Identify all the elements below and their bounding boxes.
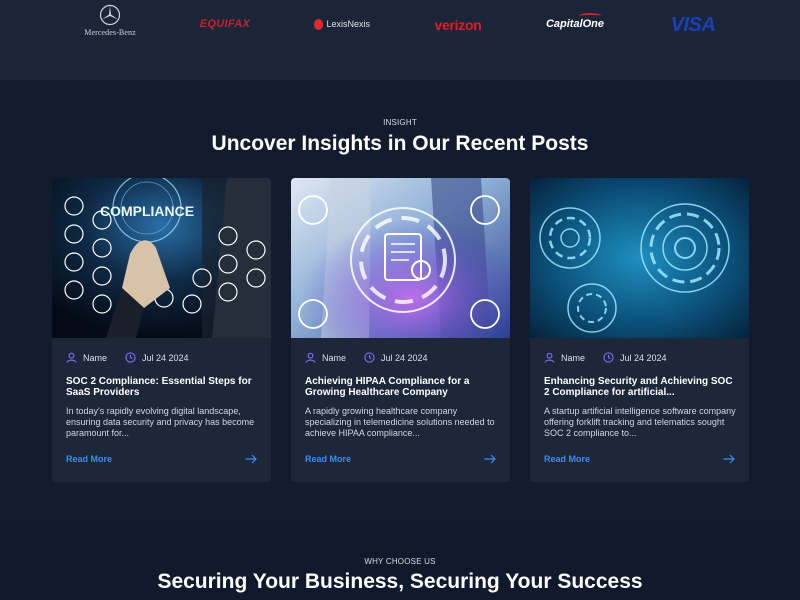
why-eyebrow: WHY CHOOSE US [364,557,436,566]
logo-mercedes-benz-text: Mercedes-Benz [84,27,136,37]
arrow-right-icon[interactable] [245,454,257,464]
arrow-right-icon[interactable] [723,454,735,464]
logo-lexisnexis-text: LexisNexis [326,19,370,29]
post-excerpt: A rapidly growing healthcare company spe… [305,406,495,438]
post-image-ai-security [530,178,749,338]
mercedes-star-icon [99,4,121,25]
post-date-text: Jul 24 2024 [620,352,667,363]
why-heading: Securing Your Business, Securing Your Su… [157,570,643,593]
post-image-hipaa [291,178,510,338]
arrow-right-icon[interactable] [484,454,496,464]
logo-visa: VISA [665,12,721,38]
post-card[interactable]: Name Jul 24 2024 Achieving HIPAA Complia… [291,178,510,482]
read-more-link[interactable]: Read More [305,454,351,464]
user-icon [66,352,77,363]
post-meta: Name Jul 24 2024 [544,352,685,363]
post-author: Name [66,352,107,363]
logo-lexisnexis: LexisNexis [314,14,370,34]
post-date: Jul 24 2024 [125,352,189,363]
logo-capital-one-text: CapitalOne [545,18,605,30]
post-card[interactable]: COMPLIANCE Name Jul 24 2024 SOC 2 Compli… [52,178,271,482]
post-excerpt: A startup artificial intelligence softwa… [544,406,736,438]
post-card[interactable]: Name Jul 24 2024 Enhancing Security and … [530,178,749,482]
post-author: Name [544,352,585,363]
post-author-name: Name [561,352,586,363]
post-image-text: COMPLIANCE [100,203,194,219]
clock-icon [364,352,375,363]
post-author: Name [305,352,346,363]
logo-equifax-text: EQUIFAX [199,18,251,30]
logo-verizon-text: verizon [434,17,482,33]
lexisnexis-mark-icon [314,18,324,30]
read-more-link[interactable]: Read More [544,454,590,464]
logo-verizon: verizon [428,14,488,36]
post-date-text: Jul 24 2024 [381,352,428,363]
post-meta: Name Jul 24 2024 [305,352,446,363]
user-icon [544,352,555,363]
post-title[interactable]: Achieving HIPAA Compliance for a Growing… [305,376,501,398]
capital-one-swoosh-icon [579,13,601,19]
post-author-name: Name [322,352,347,363]
logo-mercedes-benz: Mercedes-Benz [80,2,140,38]
insight-eyebrow: INSIGHT [383,118,417,127]
post-date-text: Jul 24 2024 [142,352,189,363]
clock-icon [125,352,136,363]
post-meta: Name Jul 24 2024 [66,352,207,363]
logo-visa-text: VISA [670,13,716,36]
post-date: Jul 24 2024 [603,352,667,363]
post-image-compliance: COMPLIANCE [52,178,271,338]
read-more-link[interactable]: Read More [66,454,112,464]
post-excerpt: In today's rapidly evolving digital land… [66,406,255,438]
user-icon [305,352,316,363]
logo-capital-one: CapitalOne [545,12,605,36]
post-author-name: Name [83,352,108,363]
post-title[interactable]: Enhancing Security and Achieving SOC 2 C… [544,376,740,398]
insight-heading: Uncover Insights in Our Recent Posts [211,132,589,155]
clock-icon [603,352,614,363]
logo-equifax: EQUIFAX [198,14,252,34]
post-date: Jul 24 2024 [364,352,428,363]
post-title[interactable]: SOC 2 Compliance: Essential Steps for Sa… [66,376,262,398]
